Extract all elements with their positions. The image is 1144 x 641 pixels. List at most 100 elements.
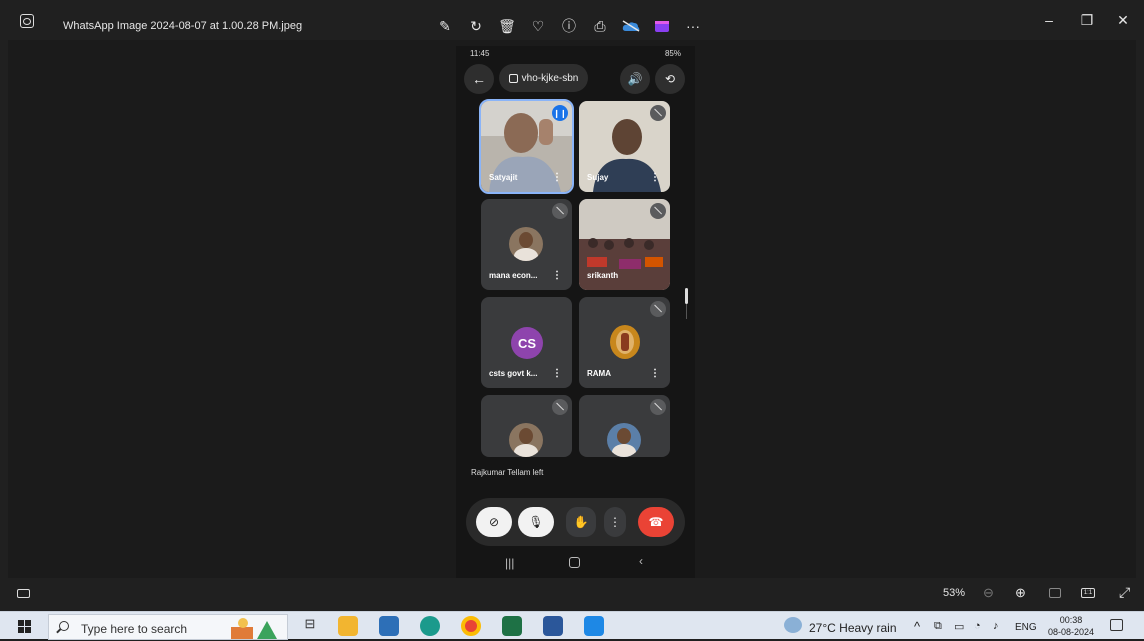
file-explorer-icon[interactable] <box>338 616 358 636</box>
zoom-in-icon[interactable]: ⊕ <box>1015 585 1026 601</box>
participant-avatar <box>607 423 641 457</box>
back-arrow-icon[interactable]: ← <box>464 64 494 94</box>
android-nav-bar: ||| ‹ <box>456 550 695 578</box>
favorite-icon[interactable]: ♡ <box>525 15 551 37</box>
actual-size-icon[interactable]: 1:1 <box>1081 588 1095 598</box>
muted-mic-icon <box>552 399 568 415</box>
chrome-icon[interactable] <box>461 616 481 636</box>
delete-icon[interactable]: 🗑 <box>494 15 520 37</box>
participant-name: csts govt k... <box>489 369 538 378</box>
camera-off-icon[interactable]: ⊘ <box>476 507 512 537</box>
participant-menu-icon[interactable]: ⋮ <box>552 172 562 183</box>
windows-taskbar: Type here to search ⊟ 27°C Heavy rain ^ … <box>0 611 1144 640</box>
end-call-icon[interactable]: ☎ <box>638 507 674 537</box>
raise-hand-icon[interactable]: ✋ <box>566 507 596 537</box>
print-icon[interactable]: ⎙ <box>587 15 613 37</box>
close-button[interactable]: ✕ <box>1108 12 1138 32</box>
speaker-icon[interactable]: 🔊 <box>620 64 650 94</box>
participant-menu-icon[interactable]: ⋮ <box>650 368 660 379</box>
zoom-bar: 53% ⊖ ⊕ 1:1 ⤢ <box>0 578 1144 610</box>
more-options-icon[interactable]: ⋮ <box>604 507 626 537</box>
recents-icon[interactable]: ||| <box>505 556 514 570</box>
phone-screenshot: 11:45 85% ← vho-kjke-sbn 🔊 ⟲ ❙❙ Satyajit… <box>456 46 695 578</box>
participant-menu-icon[interactable]: ⋮ <box>552 368 562 379</box>
muted-mic-icon <box>552 203 568 219</box>
start-button[interactable] <box>18 620 31 633</box>
search-placeholder: Type here to search <box>81 622 188 636</box>
minimize-button[interactable]: – <box>1034 12 1064 32</box>
search-icon <box>59 621 69 631</box>
fullscreen-icon[interactable]: ⤢ <box>1119 584 1130 601</box>
window-title: WhatsApp Image 2024-08-07 at 1.00.28 PM.… <box>63 20 303 32</box>
participant-tile[interactable]: Sujay ⋮ <box>579 101 670 192</box>
weather-icon[interactable] <box>784 617 802 633</box>
mail-icon[interactable] <box>379 616 399 636</box>
search-highlight-icon <box>231 618 277 639</box>
mic-off-icon[interactable]: 🎙 <box>518 507 554 537</box>
tray-chevron-icon[interactable]: ^ <box>914 619 920 634</box>
task-view-icon[interactable]: ⊟ <box>300 616 320 636</box>
scrollbar-thumb[interactable] <box>685 288 688 304</box>
weather-text[interactable]: 27°C Heavy rain <box>809 621 897 635</box>
wifi-icon[interactable]: ◔ <box>974 620 981 632</box>
calendar-icon <box>508 73 518 83</box>
switch-camera-icon[interactable]: ⟲ <box>655 64 685 94</box>
participant-name: srikanth <box>587 271 619 280</box>
language-indicator[interactable]: ENG <box>1015 622 1037 633</box>
zoom-level: 53% <box>943 587 966 599</box>
participant-tile[interactable]: srikanth <box>579 199 670 290</box>
notification-icon[interactable] <box>1110 619 1123 631</box>
participant-avatar <box>509 423 543 457</box>
speaking-indicator-icon: ❙❙ <box>552 105 568 121</box>
restore-button[interactable]: ❐ <box>1072 12 1102 32</box>
meet-now-icon[interactable]: ⧉ <box>934 620 942 633</box>
participant-tile[interactable] <box>481 395 572 457</box>
clock[interactable]: 00:38 08-08-2024 <box>1042 614 1100 638</box>
edit-icon[interactable]: ✎ <box>432 15 458 37</box>
participant-avatar <box>509 227 543 261</box>
taskbar-search[interactable]: Type here to search <box>48 614 288 640</box>
info-icon[interactable]: ⓘ <box>556 15 582 37</box>
rotate-icon[interactable]: ↻ <box>463 15 489 37</box>
photos-taskbar-icon[interactable] <box>584 616 604 636</box>
participant-tile[interactable]: RAMA ⋮ <box>579 297 670 388</box>
excel-icon[interactable] <box>502 616 522 636</box>
fit-to-window-icon[interactable] <box>1049 588 1061 598</box>
edge-icon[interactable] <box>420 616 440 636</box>
more-icon[interactable]: ··· <box>680 15 706 37</box>
title-bar: WhatsApp Image 2024-08-07 at 1.00.28 PM.… <box>0 0 1144 40</box>
word-icon[interactable] <box>543 616 563 636</box>
muted-mic-icon <box>650 203 666 219</box>
meeting-code-chip[interactable]: vho-kjke-sbn <box>499 64 588 92</box>
scrollbar-track <box>686 304 687 319</box>
muted-mic-icon <box>650 399 666 415</box>
clock-date: 08-08-2024 <box>1047 627 1095 637</box>
nav-back-icon[interactable]: ‹ <box>639 554 643 568</box>
participant-menu-icon[interactable]: ⋮ <box>650 172 660 183</box>
clock-time: 00:38 <box>1059 615 1083 625</box>
participant-name: Sujay <box>587 173 609 182</box>
participant-left-notice: Rajkumar Tellam left <box>471 468 544 477</box>
filmstrip-icon[interactable] <box>17 589 30 598</box>
deity-avatar <box>610 325 640 359</box>
participant-name: Satyajit <box>489 173 518 182</box>
participant-tile[interactable]: mana econ... ⋮ <box>481 199 572 290</box>
onedrive-icon[interactable] <box>618 15 644 37</box>
call-controls: ⊘ 🎙 ✋ ⋮ ☎ <box>466 498 685 546</box>
muted-mic-icon <box>650 301 666 317</box>
battery-icon[interactable]: ▭ <box>954 620 964 633</box>
participant-tile[interactable]: ❙❙ Satyajit ⋮ <box>479 99 574 194</box>
status-battery: 85% <box>664 49 681 58</box>
home-icon[interactable] <box>569 557 580 568</box>
muted-mic-icon <box>650 105 666 121</box>
participant-tile[interactable]: CS csts govt k... ⋮ <box>481 297 572 388</box>
participant-tile[interactable] <box>579 395 670 457</box>
photos-app-window: WhatsApp Image 2024-08-07 at 1.00.28 PM.… <box>0 0 1144 640</box>
participant-name: RAMA <box>587 369 611 378</box>
image-toolbar: ✎ ↻ 🗑 ♡ ⓘ ⎙ ··· <box>432 15 711 37</box>
clipchamp-icon[interactable] <box>649 15 675 37</box>
volume-icon[interactable]: ♪ <box>993 620 999 632</box>
participant-initials: CS <box>511 327 543 359</box>
zoom-out-icon[interactable]: ⊖ <box>983 585 994 601</box>
participant-menu-icon[interactable]: ⋮ <box>552 270 562 281</box>
